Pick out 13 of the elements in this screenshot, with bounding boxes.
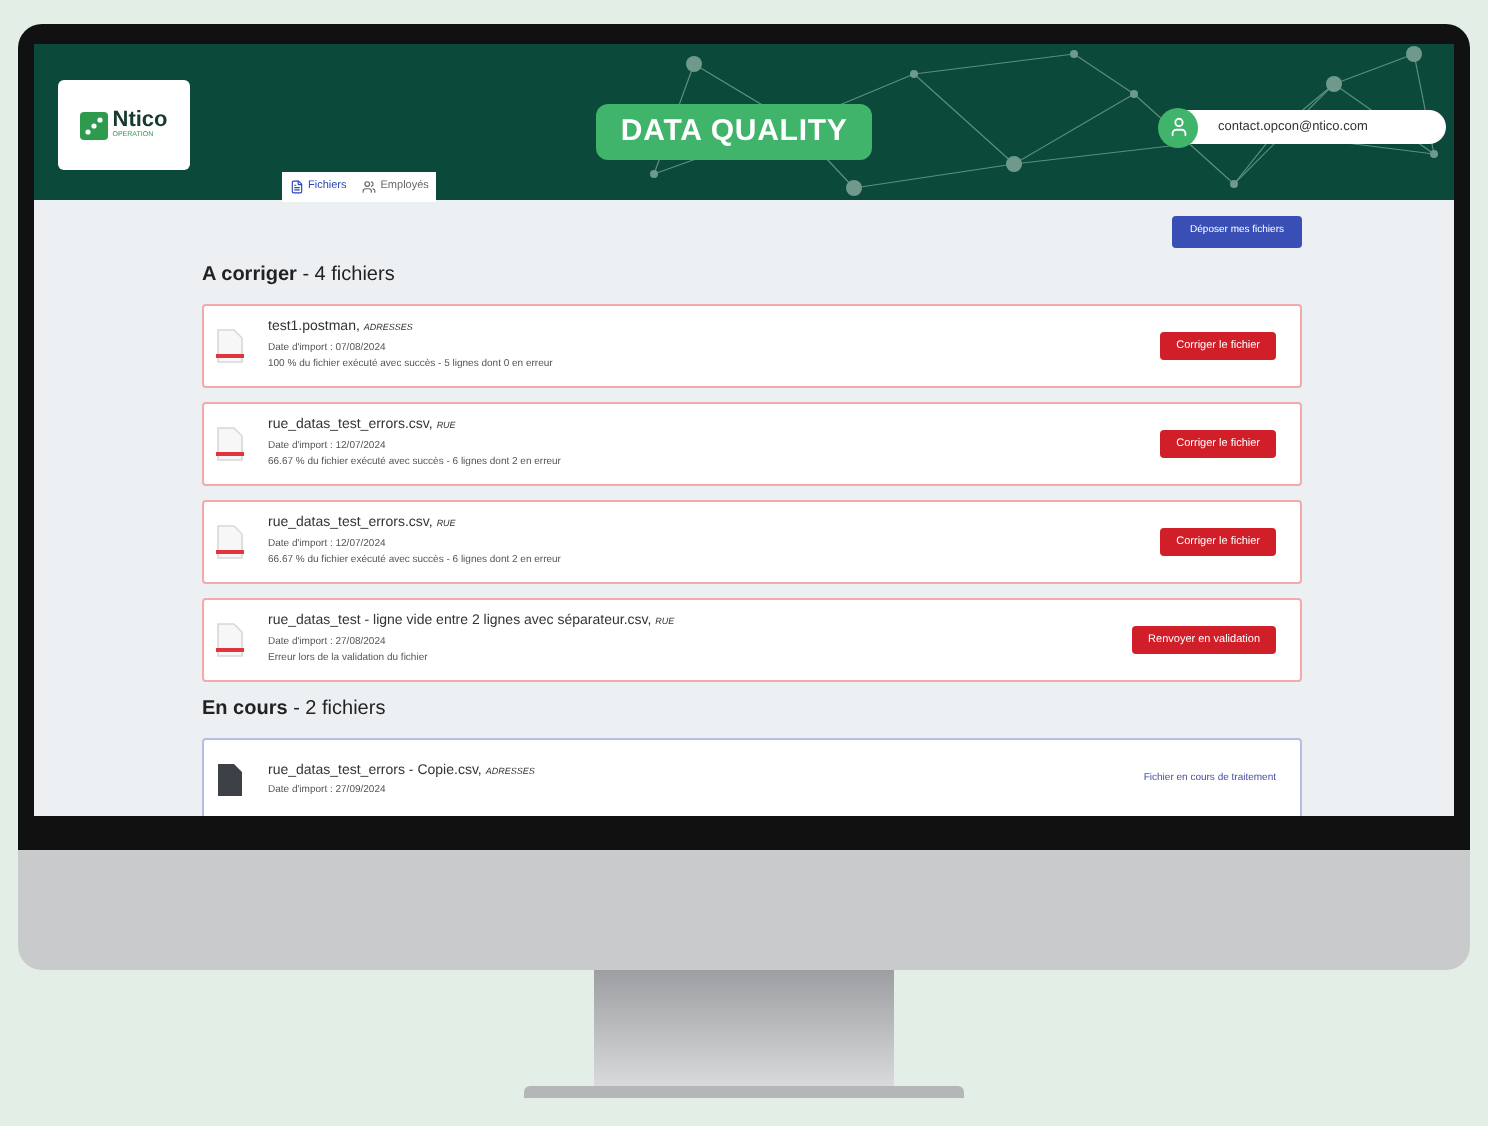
user-icon [1167, 116, 1189, 138]
logo-icon [80, 111, 109, 139]
section-title: A corriger - 4 fichiers [202, 262, 397, 290]
users-icon [362, 180, 377, 194]
section-title: En cours - 2 fichiers [202, 696, 388, 724]
document-icon [216, 762, 244, 798]
document-error-icon [216, 328, 244, 364]
document-error-icon [216, 524, 244, 560]
file-icon [290, 180, 304, 194]
document-error-icon [216, 622, 244, 658]
document-error-icon [216, 426, 244, 462]
page-title: DATA QUALITY [596, 104, 872, 160]
logo-name: Ntico [112, 110, 168, 133]
